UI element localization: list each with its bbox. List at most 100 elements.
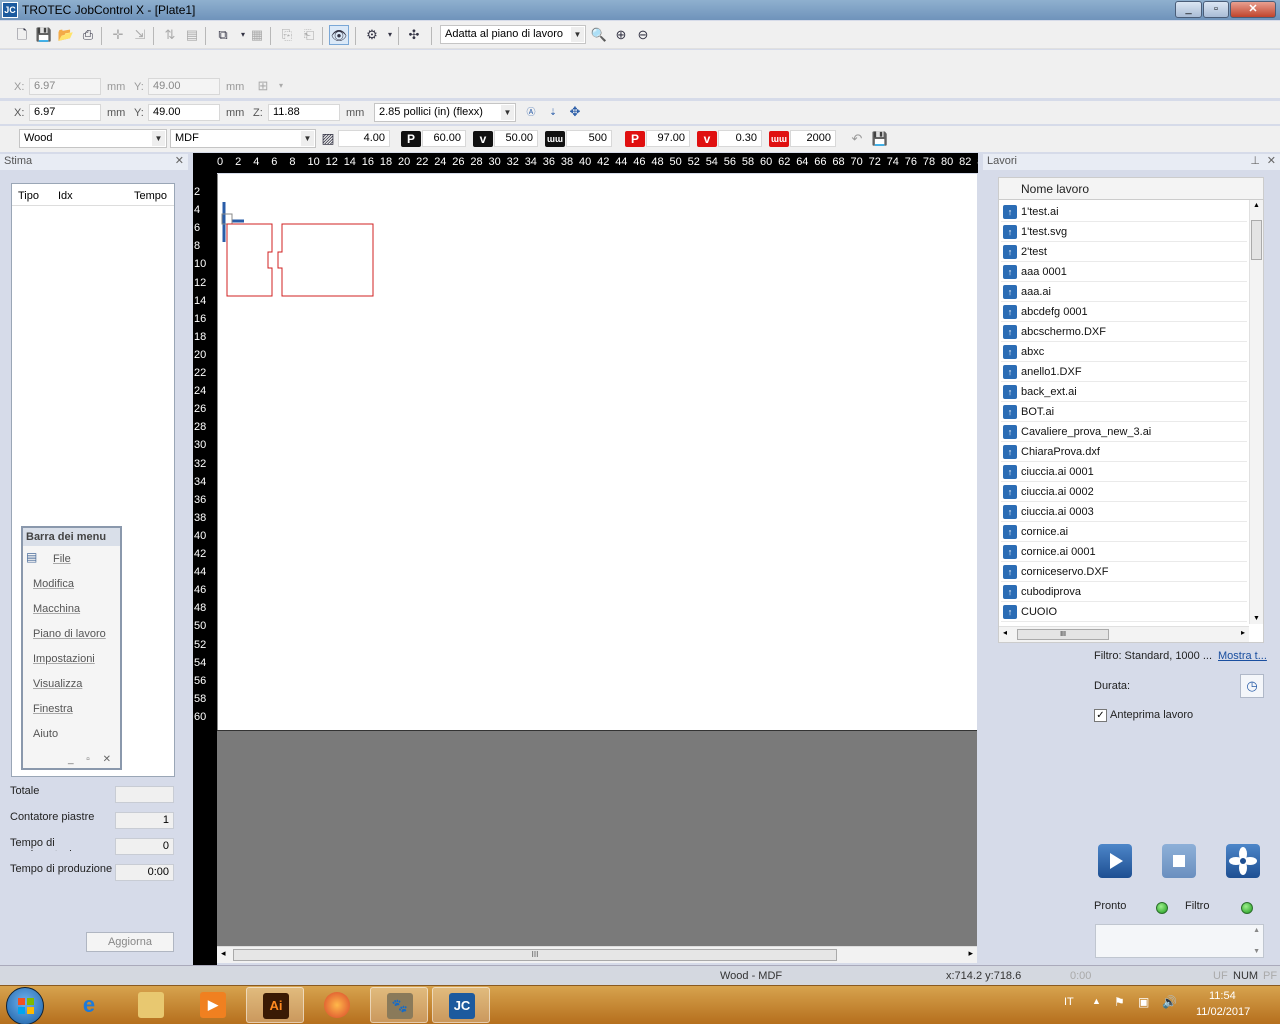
duration-timer-icon[interactable]: ◷ bbox=[1240, 674, 1264, 698]
jobs-vertical-scrollbar[interactable]: ▲ ▼ bbox=[1249, 200, 1263, 624]
sort-icon[interactable]: ⇅ bbox=[160, 25, 180, 45]
pin-icon[interactable]: ⊥ bbox=[1250, 154, 1260, 169]
menu-item-aiuto[interactable]: Aiuto bbox=[33, 728, 58, 740]
engrave-speed-field[interactable]: 50.00 bbox=[494, 130, 538, 147]
cut-frequency-field[interactable]: 2000 bbox=[790, 130, 836, 147]
maximize-button[interactable]: ▫ bbox=[1203, 1, 1229, 18]
menu-bar-window-controls[interactable]: _ ▫ ✕ bbox=[68, 754, 116, 765]
preview-checkbox[interactable]: ✓ bbox=[1094, 709, 1107, 722]
taskbar-gimp[interactable]: 🐾 bbox=[370, 987, 428, 1023]
job-list-item[interactable]: ↑ ciuccia.ai 0001 bbox=[1001, 462, 1247, 482]
network-icon[interactable]: ▣ bbox=[1138, 995, 1149, 1009]
zoom-combo[interactable]: Adatta al piano di lavoro ▼ bbox=[440, 25, 586, 44]
undo-material-icon[interactable]: ↶ bbox=[847, 129, 867, 149]
taskbar-illustrator[interactable]: Ai bbox=[246, 987, 304, 1023]
show-link[interactable]: Mostra t... bbox=[1218, 650, 1267, 662]
job-list-item[interactable]: ↑ abcdefg 0001 bbox=[1001, 302, 1247, 322]
job-list-item[interactable]: ↑ 1'test.ai bbox=[1001, 202, 1247, 222]
job-list-item[interactable]: ↑ cornice.ai 0001 bbox=[1001, 542, 1247, 562]
menu-item-macchina[interactable]: Macchina bbox=[33, 603, 80, 615]
xyz-move-icon[interactable]: ✥ bbox=[565, 102, 585, 122]
menu-item-finestra[interactable]: Finestra bbox=[33, 703, 73, 715]
volume-icon[interactable]: 🔊 bbox=[1162, 995, 1177, 1009]
jobs-horizontal-scrollbar[interactable]: ◂ III ▸ bbox=[999, 626, 1249, 642]
add-job-icon[interactable]: ⧉ bbox=[213, 25, 233, 45]
exhaust-fan-button[interactable] bbox=[1226, 844, 1260, 878]
taskbar-jobcontrol[interactable]: JC bbox=[432, 987, 490, 1023]
zoom-out-icon[interactable]: ⊖ bbox=[633, 25, 653, 45]
engrave-ppi-field[interactable]: 500 bbox=[566, 130, 612, 147]
minimize-button[interactable]: _ bbox=[1175, 1, 1202, 18]
copy-icon[interactable]: ⎘ bbox=[277, 25, 297, 45]
stop-button[interactable] bbox=[1162, 844, 1196, 878]
z-field[interactable]: 11.88 bbox=[268, 104, 340, 121]
job-list-item[interactable]: ↑ ChiaraProva.dxf bbox=[1001, 442, 1247, 462]
job-list-item[interactable]: ↑ Cavaliere_prova_new_3.ai bbox=[1001, 422, 1247, 442]
job-list-item[interactable]: ↑ 2'test bbox=[1001, 242, 1247, 262]
paste-icon[interactable]: ⎗ bbox=[299, 25, 319, 45]
play-button[interactable] bbox=[1098, 844, 1132, 878]
taskbar-ie[interactable]: e bbox=[60, 987, 118, 1023]
preview-eye-icon[interactable]: 👁 bbox=[329, 25, 349, 45]
job-list-item[interactable]: ↑ cornice.ai bbox=[1001, 522, 1247, 542]
layers-icon[interactable]: ▦ bbox=[247, 25, 267, 45]
clock-date[interactable]: 11/02/2017 bbox=[1196, 1006, 1250, 1018]
lens-combo[interactable]: 2.85 pollici (in) (flexx) ▼ bbox=[374, 103, 516, 122]
clock-time[interactable]: 11:54 bbox=[1209, 990, 1236, 1002]
menu-item-impostazioni[interactable]: Impostazioni bbox=[33, 653, 95, 665]
cut-power-field[interactable]: 97.00 bbox=[646, 130, 690, 147]
menu-item-visualizza[interactable]: Visualizza bbox=[33, 678, 82, 690]
print-icon[interactable]: ⎙ bbox=[78, 25, 98, 45]
move-icon[interactable]: ⇲ bbox=[130, 25, 150, 45]
job-list-item[interactable]: ↑ anello1.DXF bbox=[1001, 362, 1247, 382]
language-indicator[interactable]: IT bbox=[1064, 996, 1074, 1008]
close-jobs-icon[interactable]: ✕ bbox=[1267, 154, 1276, 169]
job-list-item[interactable]: ↑ ciuccia.ai 0003 bbox=[1001, 502, 1247, 522]
update-button[interactable]: Aggiorna bbox=[86, 932, 174, 952]
job-list-item[interactable]: ↑ BOT.ai bbox=[1001, 402, 1247, 422]
menu-item-modifica[interactable]: Modifica bbox=[33, 578, 74, 590]
menu-bar-title[interactable]: Barra dei menu bbox=[23, 528, 120, 546]
taskbar-firefox[interactable] bbox=[308, 987, 366, 1023]
jobs-list-header[interactable]: Nome lavoro bbox=[999, 178, 1263, 200]
job-list-item[interactable]: ↑ aaa 0001 bbox=[1001, 262, 1247, 282]
thickness-field[interactable]: 4.00 bbox=[338, 130, 390, 147]
save-icon[interactable]: 💾 bbox=[34, 25, 54, 45]
job-list-item[interactable]: ↑ 1'test.svg bbox=[1001, 222, 1247, 242]
engrave-power-field[interactable]: 60.00 bbox=[422, 130, 466, 147]
work-area[interactable] bbox=[217, 174, 977, 730]
job-list-item[interactable]: ↑ cubodiprova bbox=[1001, 582, 1247, 602]
job-list-item[interactable]: ↑ corniceservo.DXF bbox=[1001, 562, 1247, 582]
col-type[interactable]: Tipo bbox=[18, 190, 39, 202]
taskbar-media-player[interactable]: ▶ bbox=[184, 987, 242, 1023]
tray-expand-icon[interactable]: ▲ bbox=[1092, 996, 1101, 1006]
job-list-item[interactable]: ↑ ciuccia.ai 0002 bbox=[1001, 482, 1247, 502]
focus-z-icon[interactable]: ⇣ bbox=[543, 102, 563, 122]
position-icon[interactable]: ✛ bbox=[108, 25, 128, 45]
job-list-item[interactable]: ↑ CUOIO bbox=[1001, 602, 1247, 622]
start-button[interactable] bbox=[6, 987, 44, 1024]
close-button[interactable]: ✕ bbox=[1230, 1, 1276, 18]
job-list-item[interactable]: ↑ abcschermo.DXF bbox=[1001, 322, 1247, 342]
material-combo[interactable]: MDF ▼ bbox=[170, 129, 316, 148]
col-idx[interactable]: Idx bbox=[58, 190, 73, 202]
job-list-item[interactable]: ↑ abxc bbox=[1001, 342, 1247, 362]
cut-speed-field[interactable]: 0.30 bbox=[718, 130, 762, 147]
zoom-search-icon[interactable]: 🔍 bbox=[589, 25, 609, 45]
plate-drawing[interactable] bbox=[218, 174, 978, 730]
material-group-combo[interactable]: Wood ▼ bbox=[19, 129, 167, 148]
menu-item-piano-di-lavoro[interactable]: Piano di lavoro bbox=[33, 628, 106, 640]
document-icon[interactable]: ▤ bbox=[182, 25, 202, 45]
job-list-item[interactable]: ↑ back_ext.ai bbox=[1001, 382, 1247, 402]
flag-icon[interactable]: ⚑ bbox=[1114, 995, 1125, 1009]
menu-item-file[interactable]: File bbox=[53, 553, 71, 565]
settings-gear-icon[interactable]: ⚙ bbox=[362, 25, 382, 45]
taskbar-explorer[interactable] bbox=[122, 987, 180, 1023]
new-file-icon[interactable]: 🗋 bbox=[12, 25, 32, 45]
autofocus-icon[interactable]: Ⓐ bbox=[521, 102, 541, 122]
col-time[interactable]: Tempo bbox=[134, 190, 167, 202]
close-estimate-icon[interactable]: ✕ bbox=[175, 154, 184, 169]
save-material-icon[interactable]: 💾 bbox=[870, 129, 890, 149]
x-field[interactable]: 6.97 bbox=[29, 104, 101, 121]
zoom-in-icon[interactable]: ⊕ bbox=[611, 25, 631, 45]
